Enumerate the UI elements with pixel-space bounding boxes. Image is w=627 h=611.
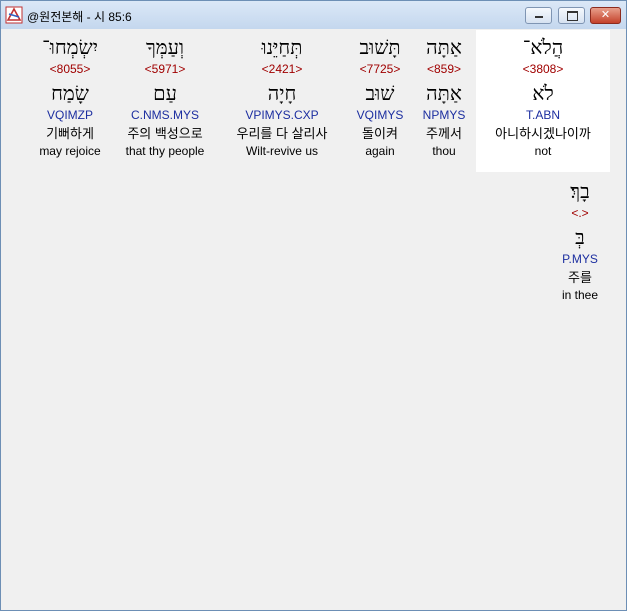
hebrew-lemma: שָׂמַח: [51, 81, 89, 105]
hebrew-lemma: שׁוּב: [365, 81, 395, 105]
korean-gloss: 기뻐하게: [46, 126, 94, 141]
strong-number[interactable]: <5971>: [114, 60, 216, 78]
hebrew-word: הֲלֹא־: [522, 35, 564, 59]
english-gloss: that thy people: [125, 144, 205, 158]
interlinear-view: הֲלֹא־ <3808> לֹא T.ABN 아니하시겠나이까 not אַת…: [10, 30, 618, 602]
english-gloss: thou: [432, 144, 456, 158]
hebrew-lemma: חָיָה: [267, 81, 297, 105]
korean-gloss: 주께서: [426, 126, 462, 141]
hebrew-lemma: אַתָּה: [426, 81, 462, 105]
korean-gloss: 주의 백성으로: [127, 126, 203, 141]
strong-number[interactable]: <2421>: [218, 60, 346, 78]
close-button[interactable]: ✕: [590, 7, 621, 24]
hebrew-word: בָךְ׃: [570, 179, 590, 203]
korean-gloss: 우리를 다 살리사: [236, 126, 328, 141]
minimize-button[interactable]: [525, 7, 552, 24]
morphology-code[interactable]: VPIMYS.CXP: [218, 106, 346, 124]
strong-number[interactable]: <859>: [414, 60, 474, 78]
morphology-code[interactable]: VQIMZP: [28, 106, 112, 124]
strong-number[interactable]: <3808>: [476, 60, 610, 78]
english-gloss: again: [365, 144, 395, 158]
hebrew-lemma: לֹא: [532, 81, 554, 105]
english-gloss: not: [534, 144, 552, 158]
strong-number[interactable]: <8055>: [28, 60, 112, 78]
word-column[interactable]: הֲלֹא־ <3808> לֹא T.ABN 아니하시겠나이까 not: [476, 30, 610, 172]
morphology-code[interactable]: P.MYS: [544, 250, 616, 268]
morphology-code[interactable]: C.NMS.MYS: [114, 106, 216, 124]
word-column[interactable]: וְעַמְּךָ <5971> עַם C.NMS.MYS 주의 백성으로 t…: [114, 30, 216, 159]
app-window: @원전본해 - 시 85:6 ✕ הֲלֹא־ <3808> לֹא T.ABN…: [0, 0, 627, 611]
hebrew-word: תָּשׁוּב: [359, 35, 401, 59]
window-title: @원전본해 - 시 85:6: [27, 10, 132, 24]
word-column[interactable]: תָּשׁוּב <7725> שׁוּב VQIMYS 돌이켜 again: [348, 30, 412, 159]
maximize-icon: [567, 11, 578, 21]
word-column[interactable]: בָךְ׃ <.> בְּ P.MYS 주를 in thee: [544, 174, 616, 303]
hebrew-word: תְּחַיֵּנוּ: [261, 35, 303, 59]
strong-number[interactable]: <.>: [544, 204, 616, 222]
english-gloss: Wilt-revive us: [245, 144, 318, 158]
morphology-code[interactable]: VQIMYS: [348, 106, 412, 124]
morphology-code[interactable]: T.ABN: [476, 106, 610, 124]
hebrew-word: אַתָּה: [426, 35, 462, 59]
hebrew-lemma: עַם: [153, 81, 177, 105]
minimize-icon: [535, 16, 543, 18]
word-column[interactable]: יִשְׂמְחוּ־ <8055> שָׂמַח VQIMZP 기뻐하게 ma…: [28, 30, 112, 159]
hebrew-word: יִשְׂמְחוּ־: [42, 35, 98, 59]
strong-number[interactable]: <7725>: [348, 60, 412, 78]
maximize-button[interactable]: [558, 7, 585, 24]
hebrew-word: וְעַמְּךָ: [145, 35, 185, 59]
english-gloss: may rejoice: [39, 144, 101, 158]
title-bar[interactable]: @원전본해 - 시 85:6 ✕: [1, 1, 626, 29]
korean-gloss: 주를: [568, 270, 592, 285]
word-column[interactable]: תְּחַיֵּנוּ <2421> חָיָה VPIMYS.CXP 우리를 …: [218, 30, 346, 159]
word-column[interactable]: אַתָּה <859> אַתָּה NPMYS 주께서 thou: [414, 30, 474, 159]
korean-gloss: 아니하시겠나이까: [495, 126, 591, 141]
close-icon: ✕: [600, 9, 611, 21]
hebrew-lemma: בְּ: [575, 225, 585, 249]
bible-app-icon: [5, 6, 23, 24]
english-gloss: in thee: [561, 288, 599, 302]
korean-gloss: 돌이켜: [362, 126, 398, 141]
morphology-code[interactable]: NPMYS: [414, 106, 474, 124]
